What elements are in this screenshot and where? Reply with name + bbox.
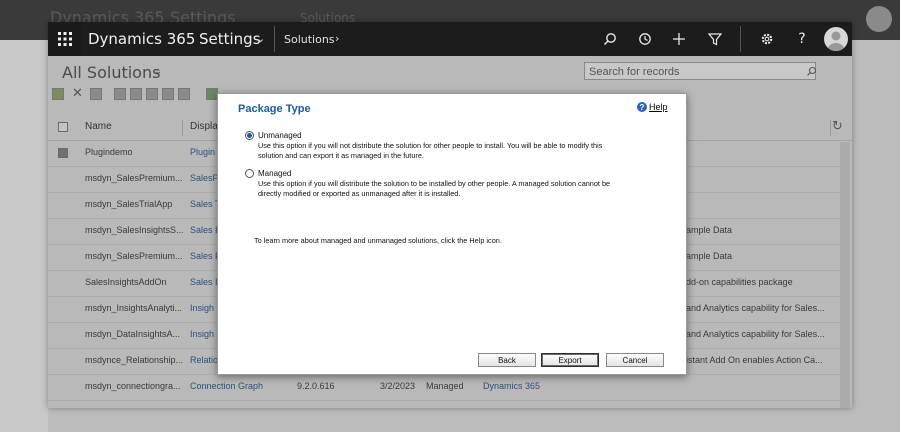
tool-icon[interactable] [146,88,158,100]
row-name[interactable]: msdyn_InsightsAnalyti... [85,303,182,313]
chevron-down-icon[interactable]: ⌄ [256,32,265,45]
history-icon[interactable] [635,29,655,49]
package-type-dialog: Package Type ? Help Unmanaged Use this o… [217,93,687,375]
row-name[interactable]: SalesInsightsAddOn [85,277,167,287]
app-launcher-button[interactable] [48,22,82,56]
managed-description: Use this option if you will distribute t… [258,179,658,199]
row-display[interactable]: Connection Graph [190,381,263,391]
filter-icon[interactable] [705,29,725,49]
view-title[interactable]: All Solutions [62,63,160,82]
row-display[interactable]: Sales I [190,225,218,235]
grid-scrollbar[interactable] [840,142,850,408]
tool-icon[interactable] [130,88,142,100]
waffle-icon [58,32,72,46]
add-icon[interactable] [669,29,689,49]
cancel-button[interactable]: Cancel [606,353,664,367]
row-name[interactable]: Plugindemo [85,147,133,157]
unmanaged-desc-line: solution and can export it as managed in… [258,151,424,160]
search-icon[interactable] [804,63,818,79]
brand-title[interactable]: Dynamics 365 [88,30,195,48]
top-nav-bar: Dynamics 365 Settings ⌄ Solutions › ? [48,22,852,56]
new-icon[interactable] [52,88,64,100]
row-description: and Analytics capability for Sales... [686,329,825,339]
managed-radio[interactable] [245,169,254,178]
unmanaged-label[interactable]: Unmanaged [258,131,302,140]
row-date: 3/2/2023 [380,381,416,391]
row-display[interactable]: Relatio [190,355,218,365]
row-description: dd-on capabilities package [686,277,793,287]
row-name[interactable]: msdyn_SalesTrialApp [85,199,172,209]
outer-left-panel [0,40,48,432]
learn-more-text: To learn more about managed and unmanage… [254,236,502,245]
tool-icon[interactable] [178,88,190,100]
row-name[interactable]: msdynce_Relationship... [85,355,183,365]
row-description: istant Add On enables Action Ca... [686,355,823,365]
row-name[interactable]: msdyn_SalesPremium... [85,173,183,183]
row-description: and Analytics capability for Sales... [686,303,825,313]
unmanaged-desc-line: Use this option if you will not distribu… [258,141,603,150]
column-header-display[interactable]: Displa [190,121,218,132]
row-checkbox[interactable] [58,148,68,158]
avatar[interactable] [824,27,848,51]
export-button[interactable]: Export [541,353,599,367]
dialog-title: Package Type [238,103,311,115]
nav-divider [274,26,275,52]
refresh-icon[interactable]: ↻ [832,119,843,134]
column-divider [182,120,183,136]
row-display[interactable]: Insigh [190,329,214,339]
help-icon[interactable]: ? [792,29,812,49]
settings-menu[interactable]: Settings [199,30,261,48]
row-name[interactable]: msdyn_DataInsightsA... [85,329,180,339]
row-display[interactable]: SalesP [190,173,219,183]
chevron-down-icon[interactable]: ⌄ [154,66,162,77]
row-display[interactable]: Sales T [190,199,220,209]
tool-icon[interactable] [162,88,174,100]
row-display[interactable]: Insigh [190,303,214,313]
chevron-right-icon[interactable]: › [335,32,339,45]
column-header-name[interactable]: Name [85,121,112,132]
nav-divider [740,26,741,52]
tool-icon[interactable] [90,88,102,100]
delete-icon[interactable]: ✕ [72,86,83,101]
row-description: ample Data [686,251,733,261]
managed-desc-line: directly modified or exported as unmanag… [258,189,461,198]
select-all-checkbox[interactable] [58,122,68,132]
back-button[interactable]: Back [478,353,536,367]
row-display[interactable]: Sales I [190,277,218,287]
unmanaged-radio[interactable] [245,131,254,140]
column-divider [830,120,831,136]
row-version: 9.2.0.616 [297,381,335,391]
help-link[interactable]: Help [649,102,668,112]
row-package-type: Managed [426,381,464,391]
breadcrumb-solutions[interactable]: Solutions [284,33,335,46]
tool-icon[interactable] [114,88,126,100]
table-row[interactable]: msdyn_connectiongra... Connection Graph … [48,374,840,401]
row-name[interactable]: msdyn_connectiongra... [85,381,181,391]
search-icon[interactable] [600,29,620,49]
unmanaged-description: Use this option if you will not distribu… [258,141,658,161]
row-display[interactable]: Plugin [190,147,215,157]
outer-avatar [866,6,892,32]
help-icon[interactable]: ? [637,102,647,112]
row-publisher[interactable]: Dynamics 365 [483,381,540,391]
search-input[interactable]: Search for records [584,62,816,80]
row-name[interactable]: msdyn_SalesPremium... [85,251,183,261]
gear-icon[interactable] [757,29,777,49]
row-description: ample Data [686,225,733,235]
managed-desc-line: Use this option if you will distribute t… [258,179,611,188]
managed-label[interactable]: Managed [258,169,291,178]
row-name[interactable]: msdyn_SalesInsightsS... [85,225,184,235]
